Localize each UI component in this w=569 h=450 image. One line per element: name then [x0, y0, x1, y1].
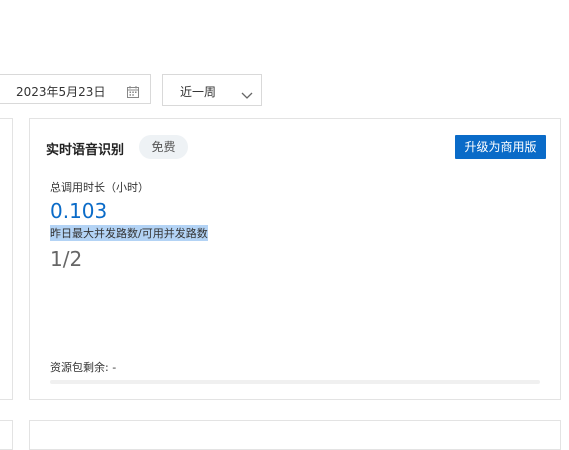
- free-badge: 免费: [139, 135, 188, 159]
- end-date-input[interactable]: 2023年5月23日: [16, 83, 105, 100]
- upgrade-button[interactable]: 升级为商用版: [455, 135, 546, 159]
- total-duration-label: 总调用时长（小时）: [50, 179, 149, 195]
- period-select-value: 近一周: [180, 83, 216, 100]
- next-card-edge: [29, 420, 561, 450]
- left-card-edge: [0, 118, 13, 400]
- period-select[interactable]: 近一周: [162, 74, 262, 106]
- resource-progress-bar: [50, 380, 540, 384]
- calendar-icon[interactable]: [127, 83, 139, 95]
- bottom-left-card-edge: [0, 420, 13, 450]
- date-range-picker[interactable]: - 2023年5月23日: [0, 74, 151, 104]
- concurrency-label: 昨日最大并发路数/可用并发路数: [50, 225, 208, 241]
- total-duration-value: 0.103: [50, 199, 107, 223]
- resource-remaining-label: 资源包剩余: -: [50, 359, 116, 375]
- card-title: 实时语音识别: [46, 139, 124, 158]
- concurrency-value: 1/2: [50, 247, 82, 271]
- chevron-down-icon: [241, 85, 253, 93]
- asr-usage-card: 实时语音识别 免费 升级为商用版 总调用时长（小时） 0.103 昨日最大并发路…: [29, 118, 561, 400]
